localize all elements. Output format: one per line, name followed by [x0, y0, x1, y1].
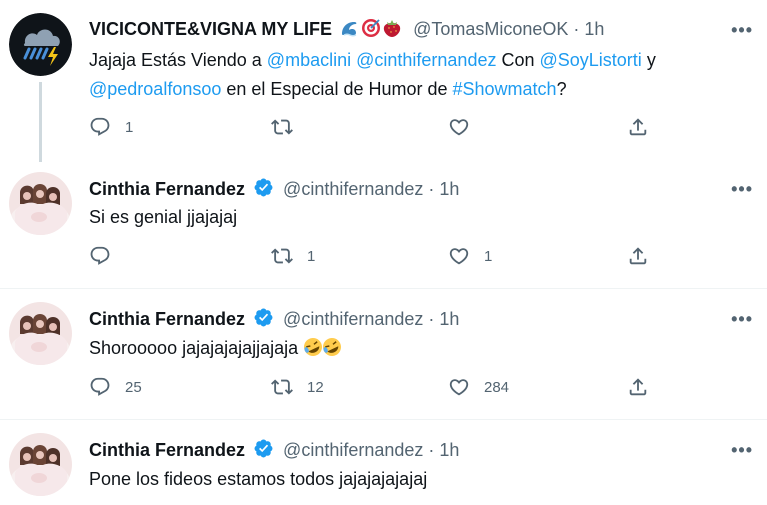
thread-line — [39, 82, 42, 162]
reply-button[interactable] — [89, 245, 125, 267]
tweet-actions: 1 1 — [89, 245, 669, 271]
verified-badge-icon — [253, 307, 274, 328]
like-count: 1 — [484, 247, 493, 265]
separator-dot: · — [428, 309, 440, 329]
display-name[interactable]: Cinthia Fernandez — [89, 309, 245, 329]
target-emoji — [362, 19, 381, 37]
tweet-3[interactable]: Cinthia Fernandez @cinthifernandez · 1h … — [0, 289, 767, 419]
verified-badge-icon — [253, 438, 274, 459]
retweet-button[interactable]: 12 — [271, 376, 324, 398]
timestamp[interactable]: 1h — [439, 440, 459, 460]
avatar[interactable] — [9, 172, 72, 235]
retweet-count: 1 — [307, 247, 316, 265]
more-options-icon[interactable]: ••• — [731, 440, 753, 461]
tweet-1[interactable]: VICICONTE&VIGNA MY LIFE @TomasMiconeOK ·… — [0, 0, 767, 162]
more-options-icon[interactable]: ••• — [731, 20, 753, 41]
name-emojis — [340, 18, 402, 43]
tweet-header: Cinthia Fernandez @cinthifernandez · 1h — [89, 177, 459, 200]
text-part: Con — [496, 50, 540, 70]
text-part: en el Especial de Humor de — [221, 79, 453, 99]
handle[interactable]: @cinthifernandez — [283, 179, 423, 199]
like-icon — [448, 376, 470, 398]
tweet-text: Shorooooo jajajajajajjajaja — [89, 334, 749, 363]
display-name[interactable]: Cinthia Fernandez — [89, 179, 245, 199]
tweet-actions: 25 12 284 — [89, 376, 669, 402]
text-part: ? — [556, 79, 567, 99]
reply-button[interactable]: 1 — [89, 116, 133, 138]
tweet-header: Cinthia Fernandez @cinthifernandez · 1h — [89, 438, 459, 461]
separator-dot: · — [573, 19, 585, 39]
mention-link[interactable]: @SoyListorti — [540, 50, 642, 70]
display-name[interactable]: Cinthia Fernandez — [89, 440, 245, 460]
retweet-count: 12 — [307, 378, 324, 396]
reply-count: 25 — [125, 378, 142, 396]
like-icon — [448, 245, 470, 267]
avatar[interactable] — [9, 302, 72, 365]
tweet-header: VICICONTE&VIGNA MY LIFE @TomasMiconeOK ·… — [89, 18, 604, 43]
tweet-4[interactable]: Cinthia Fernandez @cinthifernandez · 1h … — [0, 420, 767, 505]
like-count: 284 — [484, 378, 510, 396]
retweet-icon — [271, 376, 293, 398]
avatar[interactable] — [9, 13, 72, 76]
more-options-icon[interactable]: ••• — [731, 309, 753, 330]
reply-icon — [89, 376, 111, 398]
tweet-actions: 1 — [89, 116, 669, 142]
tweet-text: Jajaja Estás Viendo a @mbaclini @cinthif… — [89, 46, 749, 104]
retweet-icon — [271, 116, 293, 138]
tweet-text: Si es genial jjajajaj — [89, 207, 238, 227]
more-options-icon[interactable]: ••• — [731, 179, 753, 200]
tweet-2[interactable]: Cinthia Fernandez @cinthifernandez · 1h … — [0, 160, 767, 288]
handle[interactable]: @cinthifernandez — [283, 440, 423, 460]
retweet-button[interactable]: 1 — [271, 245, 315, 267]
share-icon — [627, 245, 649, 267]
handle[interactable]: @cinthifernandez — [283, 309, 423, 329]
like-button[interactable]: 1 — [448, 245, 492, 267]
rofl-emoji — [304, 338, 342, 356]
hashtag-link[interactable]: #Showmatch — [453, 79, 557, 99]
handle[interactable]: @TomasMiconeOK — [413, 19, 568, 39]
tweet-header: Cinthia Fernandez @cinthifernandez · 1h — [89, 307, 459, 330]
tweet-text-content: Shorooooo jajajajajajjajaja — [89, 338, 299, 358]
text-part: Jajaja Estás Viendo a — [89, 50, 267, 70]
wave-emoji — [342, 22, 357, 37]
share-icon — [627, 116, 649, 138]
verified-badge-icon — [253, 177, 274, 198]
reply-button[interactable]: 25 — [89, 376, 142, 398]
mention-link[interactable]: @cinthifernandez — [356, 50, 496, 70]
share-button[interactable] — [627, 376, 649, 398]
timestamp[interactable]: 1h — [584, 19, 604, 39]
like-button[interactable] — [448, 116, 470, 138]
retweet-button[interactable] — [271, 116, 293, 138]
text-part: y — [641, 50, 656, 70]
timestamp[interactable]: 1h — [439, 309, 459, 329]
mention-link[interactable]: @pedroalfonsoo — [89, 79, 221, 99]
timestamp[interactable]: 1h — [439, 179, 459, 199]
mention-link[interactable]: @mbaclini — [267, 50, 351, 70]
avatar[interactable] — [9, 433, 72, 496]
like-icon — [448, 116, 470, 138]
share-icon — [627, 376, 649, 398]
strawberry-emoji — [383, 20, 401, 37]
share-button[interactable] — [627, 245, 649, 267]
reply-count: 1 — [125, 118, 134, 136]
separator-dot: · — [428, 440, 440, 460]
reply-icon — [89, 245, 111, 267]
retweet-icon — [271, 245, 293, 267]
display-name[interactable]: VICICONTE&VIGNA MY LIFE — [89, 19, 332, 39]
share-button[interactable] — [627, 116, 649, 138]
separator-dot: · — [428, 179, 440, 199]
tweet-text: Pone los fideos estamos todos jajajajaja… — [89, 469, 428, 489]
reply-icon — [89, 116, 111, 138]
like-button[interactable]: 284 — [448, 376, 509, 398]
